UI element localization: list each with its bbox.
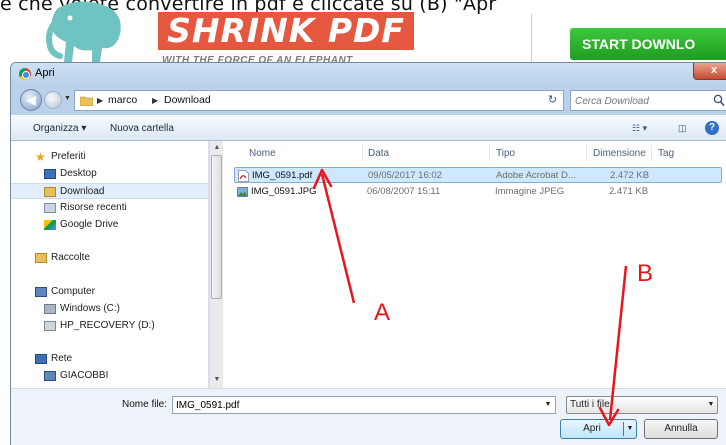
download-folder-icon <box>44 187 56 197</box>
computer-icon <box>35 287 47 297</box>
network-icon <box>35 354 47 364</box>
google-drive-icon <box>44 220 56 230</box>
nav-item-recent[interactable]: Risorse recenti <box>11 200 208 216</box>
filetype-value: Tutti i file <box>570 399 610 410</box>
file-row-jpg[interactable]: IMG_0591.JPG 06/08/2007 15:11 Immagine J… <box>234 184 722 200</box>
chevron-down-icon[interactable]: ▼ <box>543 399 553 411</box>
filetype-select[interactable]: Tutti i file ▼ <box>566 396 718 414</box>
file-list: Nome Data Tipo Dimensione Tag IMG_0591.p… <box>224 141 726 388</box>
nav-item-desktop[interactable]: Desktop <box>11 166 208 182</box>
folder-icon <box>80 96 93 106</box>
nav-item-libraries[interactable]: Raccolte <box>11 250 208 266</box>
recent-places-icon <box>44 203 56 213</box>
search-box[interactable] <box>570 90 726 111</box>
nav-scrollbar[interactable]: ▲ ▼ <box>209 141 223 388</box>
column-separator <box>362 145 363 161</box>
forward-arrow-icon[interactable]: ▶ <box>44 91 62 109</box>
history-dropdown-icon[interactable]: ▼ <box>64 95 72 103</box>
nav-item-giacobbi[interactable]: GIACOBBI <box>11 368 208 384</box>
nav-item-windows-c[interactable]: Windows (C:) <box>11 301 208 317</box>
address-bar[interactable]: ▶ marco ▶ Download ▼ <box>74 90 560 111</box>
desktop-icon <box>44 169 56 179</box>
back-arrow-icon[interactable]: ◀ <box>20 89 42 111</box>
scroll-up-icon[interactable]: ▲ <box>212 143 222 153</box>
refresh-icon[interactable]: ↻ <box>542 90 564 111</box>
search-input[interactable] <box>575 94 705 108</box>
view-options-icon[interactable]: ☷ ▾ <box>632 121 647 135</box>
dialog-footer: Nome file: ▼ Tutti i file ▼ Apri ▼ Annul… <box>11 388 726 445</box>
close-button[interactable]: x <box>693 63 726 80</box>
nav-item-hp-recovery[interactable]: HP_RECOVERY (D:) <box>11 318 208 334</box>
pdf-file-icon <box>238 170 249 182</box>
breadcrumb-arrow-icon[interactable]: ▶ <box>97 94 103 107</box>
column-separator <box>489 145 490 161</box>
star-icon: ★ <box>35 150 46 164</box>
open-button[interactable]: Apri ▼ <box>560 419 637 439</box>
column-size[interactable]: Dimensione <box>593 147 646 161</box>
chevron-down-icon: ▼ <box>707 401 715 408</box>
chrome-icon <box>19 68 31 80</box>
split-divider <box>623 422 624 436</box>
scroll-down-icon[interactable]: ▼ <box>212 375 222 385</box>
column-separator <box>651 145 652 161</box>
column-type[interactable]: Tipo <box>496 147 515 161</box>
preview-pane-icon[interactable]: ◫ <box>678 121 687 135</box>
drive-icon <box>44 321 56 331</box>
dialog-title: Apri <box>35 67 55 79</box>
nav-item-computer[interactable]: Computer <box>11 284 208 300</box>
breadcrumb-download[interactable]: Download <box>164 94 211 107</box>
open-button-label[interactable]: Apri <box>561 420 623 438</box>
nav-item-google-drive[interactable]: Google Drive <box>11 217 208 233</box>
logo-text: SHRINK PDF <box>158 12 414 50</box>
computer-icon <box>44 371 56 381</box>
dialog-content: ★ Preferiti Desktop Download Risorse rec… <box>11 141 726 388</box>
scrollbar-thumb[interactable] <box>211 155 222 299</box>
nav-item-download[interactable]: Download <box>11 183 208 199</box>
column-name[interactable]: Nome <box>249 147 276 161</box>
filename-label: Nome file: <box>122 399 168 410</box>
filename-combobox[interactable]: ▼ <box>172 396 556 414</box>
elephant-logo-icon <box>46 1 121 63</box>
column-date[interactable]: Data <box>368 147 389 161</box>
cancel-button[interactable]: Annulla <box>644 419 718 439</box>
filename-input[interactable] <box>176 398 536 412</box>
new-folder-button[interactable]: Nuova cartella <box>110 122 174 136</box>
image-file-icon <box>237 187 248 197</box>
dialog-titlebar[interactable]: Apri x <box>11 63 726 85</box>
dialog-toolbar: Organizza ▾ Nuova cartella ☷ ▾ ◫ ? <box>11 115 726 141</box>
nav-item-favorites[interactable]: ★ Preferiti <box>11 149 208 165</box>
nav-item-network[interactable]: Rete <box>11 351 208 367</box>
breadcrumb-arrow-icon[interactable]: ▶ <box>152 94 158 107</box>
breadcrumb-marco[interactable]: marco <box>108 94 137 107</box>
open-options-dropdown-icon[interactable]: ▼ <box>625 423 635 435</box>
search-icon[interactable] <box>713 94 725 107</box>
libraries-icon <box>35 253 47 263</box>
start-download-button[interactable]: START DOWNLO <box>570 28 726 60</box>
organize-button[interactable]: Organizza ▾ <box>33 122 86 136</box>
help-icon[interactable]: ? <box>705 121 719 135</box>
column-separator <box>586 145 587 161</box>
file-row-pdf[interactable]: IMG_0591.pdf 09/05/2017 16:02 Adobe Acro… <box>234 167 722 183</box>
column-tag[interactable]: Tag <box>658 147 674 161</box>
drive-icon <box>44 304 56 314</box>
open-file-dialog: Apri x ◀ ▶ ▼ ▶ marco ▶ Download ▼ ↻ Orga… <box>10 62 726 445</box>
navigation-pane: ★ Preferiti Desktop Download Risorse rec… <box>11 141 209 388</box>
